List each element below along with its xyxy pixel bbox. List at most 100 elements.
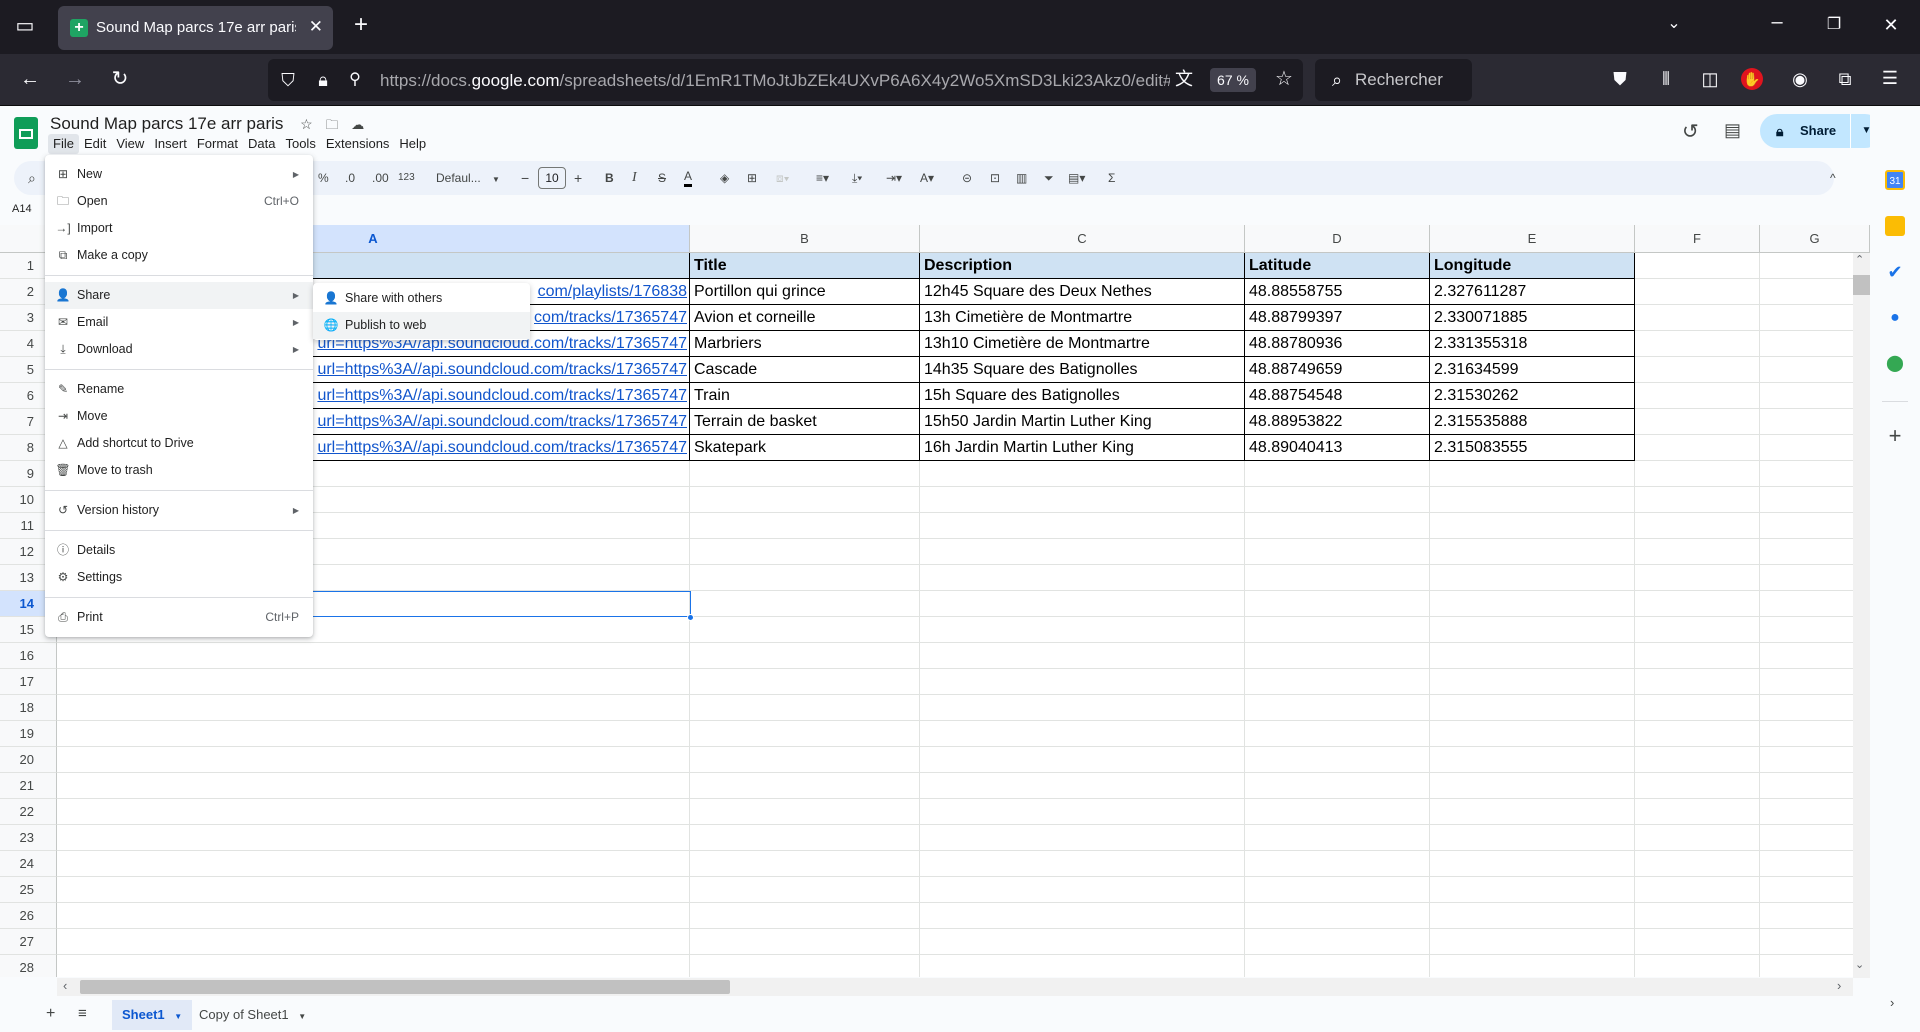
cell-e26[interactable] bbox=[1430, 903, 1635, 929]
close-tab-icon[interactable]: ✕ bbox=[309, 17, 323, 37]
file-menu-item-make-a-copy[interactable]: ⧉ Make a copy bbox=[45, 242, 313, 269]
cell-b12[interactable] bbox=[690, 539, 920, 565]
cell-c23[interactable] bbox=[920, 825, 1245, 851]
cell-e16[interactable] bbox=[1430, 643, 1635, 669]
cell-c27[interactable] bbox=[920, 929, 1245, 955]
fill-color-icon[interactable]: ◈ bbox=[720, 168, 729, 188]
cell-e27[interactable] bbox=[1430, 929, 1635, 955]
cell-f26[interactable] bbox=[1635, 903, 1760, 929]
menu-tools[interactable]: Tools bbox=[280, 134, 320, 154]
tasks-icon[interactable]: ✔ bbox=[1885, 262, 1905, 282]
bookmark-star-icon[interactable]: ☆ bbox=[1270, 69, 1298, 89]
file-menu-item-open[interactable]: 🗀 Open Ctrl+O bbox=[45, 188, 313, 215]
cell-a16[interactable] bbox=[57, 643, 690, 669]
cell-f22[interactable] bbox=[1635, 799, 1760, 825]
row-header-17[interactable]: 17 bbox=[0, 669, 57, 695]
cell-d3[interactable]: 48.88799397 bbox=[1245, 305, 1430, 331]
row-header-18[interactable]: 18 bbox=[0, 695, 57, 721]
cell-f16[interactable] bbox=[1635, 643, 1760, 669]
file-menu-item-new[interactable]: ⊞ New ▶ bbox=[45, 161, 313, 188]
insert-chart-icon[interactable]: ▥ bbox=[1016, 168, 1027, 188]
cell-c14[interactable] bbox=[920, 591, 1245, 617]
cell-f2[interactable] bbox=[1635, 279, 1760, 305]
cell-c21[interactable] bbox=[920, 773, 1245, 799]
extensions-icon[interactable]: ⧉ bbox=[1831, 69, 1859, 89]
row-header-20[interactable]: 20 bbox=[0, 747, 57, 773]
cell-b7[interactable]: Terrain de basket bbox=[690, 409, 920, 435]
chevron-down-icon[interactable]: ▼ bbox=[298, 1012, 306, 1021]
row-header-27[interactable]: 27 bbox=[0, 929, 57, 955]
vertical-align-icon[interactable]: ⤓▾ bbox=[852, 168, 862, 188]
cell-c15[interactable] bbox=[920, 617, 1245, 643]
row-header-23[interactable]: 23 bbox=[0, 825, 57, 851]
cell-d28[interactable] bbox=[1245, 955, 1430, 977]
cell-c13[interactable] bbox=[920, 565, 1245, 591]
cell-e25[interactable] bbox=[1430, 877, 1635, 903]
cell-e3[interactable]: 2.330071885 bbox=[1430, 305, 1635, 331]
cell-f11[interactable] bbox=[1635, 513, 1760, 539]
cell-b1[interactable]: Title bbox=[690, 253, 920, 279]
vertical-scroll-thumb[interactable] bbox=[1853, 275, 1870, 295]
cell-c1[interactable]: Description bbox=[920, 253, 1245, 279]
cell-e5[interactable]: 2.31634599 bbox=[1430, 357, 1635, 383]
cell-e14[interactable] bbox=[1430, 591, 1635, 617]
lock-icon[interactable]: 🔒︎ bbox=[309, 70, 337, 90]
file-menu-item-print[interactable]: ⎙ Print Ctrl+P bbox=[45, 604, 313, 631]
sheet-tab-sheet1[interactable]: Sheet1 ▼ bbox=[112, 1000, 193, 1030]
adblock-icon[interactable]: ✋ bbox=[1741, 68, 1763, 90]
calendar-icon[interactable]: 31 bbox=[1885, 170, 1905, 190]
cell-a17[interactable] bbox=[57, 669, 690, 695]
cell-c18[interactable] bbox=[920, 695, 1245, 721]
cell-c5[interactable]: 14h35 Square des Batignolles bbox=[920, 357, 1245, 383]
cell-b22[interactable] bbox=[690, 799, 920, 825]
cell-f17[interactable] bbox=[1635, 669, 1760, 695]
name-box[interactable]: A14 bbox=[12, 203, 32, 215]
file-menu-item-settings[interactable]: ⚙ Settings bbox=[45, 564, 313, 591]
cell-e1[interactable]: Longitude bbox=[1430, 253, 1635, 279]
cell-b18[interactable] bbox=[690, 695, 920, 721]
cell-d6[interactable]: 48.88754548 bbox=[1245, 383, 1430, 409]
file-menu-item-version-history[interactable]: ↺ Version history ▶ bbox=[45, 497, 313, 524]
minimize-icon[interactable]: – bbox=[1763, 12, 1791, 32]
menu-format[interactable]: Format bbox=[192, 134, 243, 154]
cell-a24[interactable] bbox=[57, 851, 690, 877]
search-menus-icon[interactable]: ⌕ bbox=[28, 168, 36, 188]
restore-icon[interactable]: ❐ bbox=[1820, 15, 1848, 35]
contacts-icon[interactable]: ● bbox=[1885, 308, 1905, 328]
row-header-25[interactable]: 25 bbox=[0, 877, 57, 903]
sidebar-icon[interactable]: ◫ bbox=[1696, 69, 1724, 89]
file-menu-item-download[interactable]: ⤓ Download ▶ bbox=[45, 336, 313, 363]
cell-b2[interactable]: Portillon qui grince bbox=[690, 279, 920, 305]
font-size-input[interactable]: 10 bbox=[538, 167, 566, 189]
cell-d18[interactable] bbox=[1245, 695, 1430, 721]
sheets-logo-icon[interactable] bbox=[14, 117, 38, 149]
row-header-24[interactable]: 24 bbox=[0, 851, 57, 877]
cell-b20[interactable] bbox=[690, 747, 920, 773]
cell-e22[interactable] bbox=[1430, 799, 1635, 825]
cell-a18[interactable] bbox=[57, 695, 690, 721]
format-percent-button[interactable]: % bbox=[318, 168, 329, 188]
cell-d12[interactable] bbox=[1245, 539, 1430, 565]
share-submenu-item-publish-to-web[interactable]: 🌐 Publish to web bbox=[313, 312, 530, 339]
cell-b24[interactable] bbox=[690, 851, 920, 877]
pocket-icon[interactable]: ⛊ bbox=[1606, 69, 1634, 89]
sheet-tab-copy-of-sheet1[interactable]: Copy of Sheet1 ▼ bbox=[189, 1000, 316, 1030]
cell-d5[interactable]: 48.88749659 bbox=[1245, 357, 1430, 383]
cell-e17[interactable] bbox=[1430, 669, 1635, 695]
cell-e21[interactable] bbox=[1430, 773, 1635, 799]
address-bar[interactable]: ⛉ 🔒︎ ⚲ https://docs.google.com/spreadshe… bbox=[268, 59, 1303, 101]
cell-b9[interactable] bbox=[690, 461, 920, 487]
library-icon[interactable]: ⫴ bbox=[1652, 69, 1680, 89]
app-menu-icon[interactable]: ☰ bbox=[1876, 68, 1904, 88]
cell-d23[interactable] bbox=[1245, 825, 1430, 851]
insert-comment-icon[interactable]: ⊡ bbox=[990, 168, 1000, 188]
increase-decimal-button[interactable]: .00 bbox=[372, 168, 389, 188]
cell-b26[interactable] bbox=[690, 903, 920, 929]
cell-d20[interactable] bbox=[1245, 747, 1430, 773]
strikethrough-icon[interactable]: S bbox=[658, 168, 666, 188]
translate-icon[interactable]: 文 bbox=[1170, 69, 1198, 89]
cell-a23[interactable] bbox=[57, 825, 690, 851]
cell-d21[interactable] bbox=[1245, 773, 1430, 799]
cell-e6[interactable]: 2.31530262 bbox=[1430, 383, 1635, 409]
horizontal-scroll-thumb[interactable] bbox=[80, 980, 730, 994]
